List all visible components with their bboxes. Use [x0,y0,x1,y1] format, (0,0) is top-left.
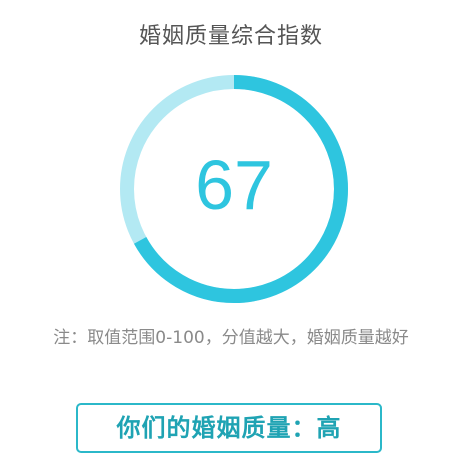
marriage-quality-gauge: 67 [115,70,353,308]
gauge-value: 67 [195,146,273,224]
range-note: 注：取值范围0-100，分值越大，婚姻质量越好 [53,328,409,348]
page-title: 婚姻质量综合指数 [138,24,323,49]
quality-result-badge: 你们的婚姻质量：高 [76,403,382,453]
